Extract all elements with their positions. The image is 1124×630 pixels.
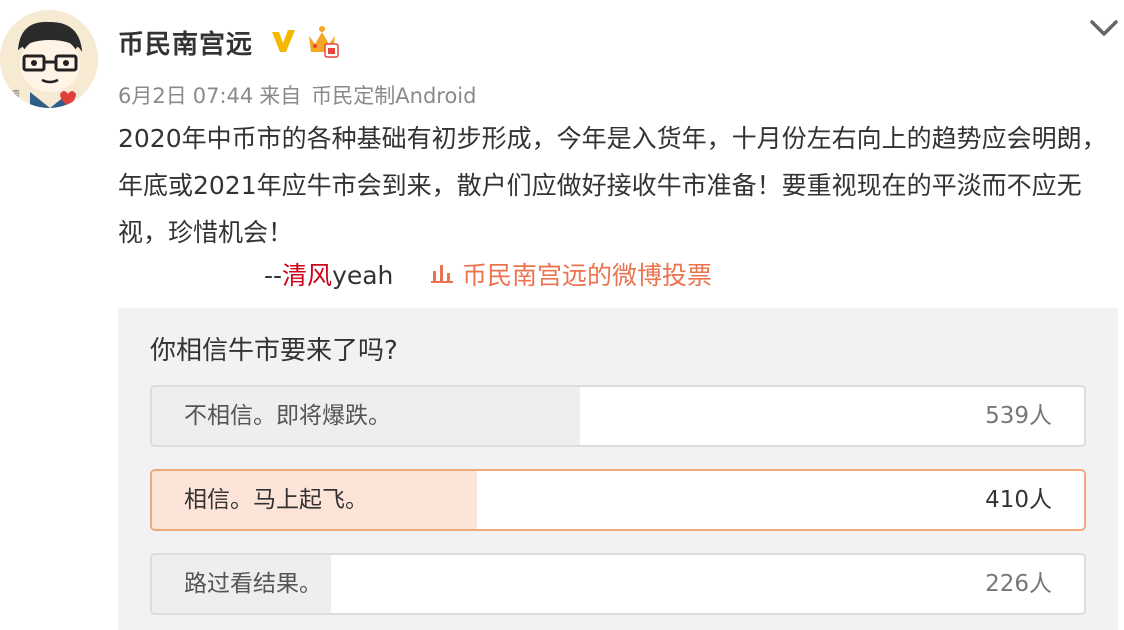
vote-link[interactable]: 币民南宫远的微博投票 [430, 256, 712, 292]
vote-link-label[interactable]: 币民南宫远的微博投票 [462, 256, 712, 292]
post-meta: 6月2日 07:44 来自 币民定制Android [118, 80, 486, 110]
post-time[interactable]: 07:44 [193, 84, 254, 108]
poll-option-label: 相信。马上起飞。 [184, 487, 368, 513]
post-text: 2020年中币市的各种基础有初步形成，今年是入货年，十月份左右向上的趋势应会明朗… [118, 124, 1107, 247]
poll-option-label: 路过看结果。 [184, 571, 322, 597]
chevron-down-icon[interactable] [1086, 14, 1122, 42]
poll-question: 你相信牛市要来了吗? [150, 336, 398, 366]
poll-option-count: 539人 [985, 403, 1052, 429]
from-label: 来自 [259, 84, 302, 108]
svg-text:南: 南 [12, 88, 20, 98]
poll-option-label: 不相信。即将爆跌。 [184, 403, 391, 429]
cartoon-avatar-icon: 南 [0, 10, 98, 108]
user-name[interactable]: 币民南宫远 [118, 24, 253, 61]
poll-option[interactable]: 相信。马上起飞。 410人 [150, 469, 1086, 531]
poll-option[interactable]: 不相信。即将爆跌。 539人 [150, 385, 1086, 447]
post-date[interactable]: 6月2日 [118, 84, 187, 108]
verified-v-icon[interactable] [268, 26, 298, 56]
poll-option-count: 226人 [985, 571, 1052, 597]
poll-card: 你相信牛市要来了吗? 不相信。即将爆跌。 539人 相信。马上起飞。 410人 … [118, 308, 1118, 630]
signature-suffix: yeah [332, 261, 394, 290]
device-source[interactable]: 币民定制Android [311, 84, 476, 108]
post-signature: --清风yeah [264, 256, 393, 292]
signature-prefix: -- [264, 261, 283, 290]
signature-highlight: 清风 [282, 261, 333, 290]
vip-crown-icon[interactable] [305, 24, 339, 58]
avatar[interactable]: 南 [0, 10, 98, 108]
poll-chart-icon [431, 265, 453, 283]
poll-option-count: 410人 [985, 487, 1052, 513]
poll-option[interactable]: 路过看结果。 226人 [150, 553, 1086, 615]
